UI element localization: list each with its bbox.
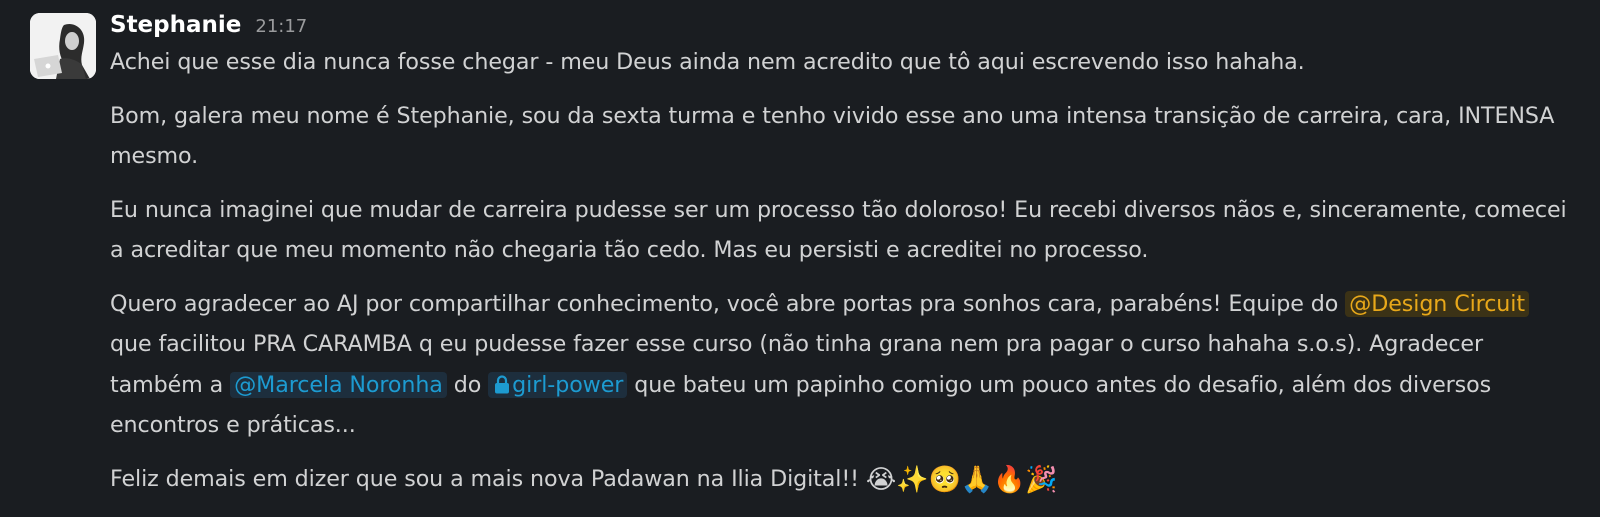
message-header: Stephanie 21:17 — [110, 12, 1570, 44]
emoji-loudly-crying[interactable]: 😭 — [866, 465, 896, 495]
emoji-pleading-face[interactable]: 🥺 — [928, 465, 960, 495]
emoji-sparkles[interactable]: ✨ — [896, 465, 928, 495]
sender-name[interactable]: Stephanie — [110, 12, 241, 38]
channel-link-girl-power[interactable]: girl-power — [488, 371, 628, 398]
lock-icon — [495, 374, 510, 393]
chat-message: Stephanie 21:17 Achei que esse dia nunca… — [0, 0, 1600, 512]
paragraph-4-text-a: Quero agradecer ao AJ por compartilhar c… — [110, 290, 1346, 317]
paragraph-4-text-c: do — [446, 371, 489, 398]
paragraph-5-text: Feliz demais em dizer que sou a mais nov… — [110, 465, 866, 492]
message-paragraph-5: Feliz demais em dizer que sou a mais nov… — [110, 459, 1570, 500]
avatar[interactable] — [30, 13, 96, 79]
message-paragraph-3: Eu nunca imaginei que mudar de carreira … — [110, 196, 1567, 264]
message-paragraph-2: Bom, galera meu nome é Stephanie, sou da… — [110, 102, 1555, 170]
message-content: Stephanie 21:17 Achei que esse dia nunca… — [110, 12, 1570, 512]
emoji-party-popper[interactable]: 🎉 — [1025, 465, 1057, 495]
timestamp[interactable]: 21:17 — [255, 16, 307, 37]
emoji-folded-hands[interactable]: 🙏 — [961, 465, 993, 495]
message-paragraph-1: Achei que esse dia nunca fosse chegar - … — [110, 49, 1305, 75]
channel-name: girl-power — [512, 371, 624, 398]
emoji-fire[interactable]: 🔥 — [993, 465, 1025, 495]
user-mention-marcela-noronha[interactable]: @Marcela Noronha — [230, 371, 447, 398]
avatar-photo — [30, 13, 96, 79]
group-mention-design-circuit[interactable]: @Design Circuit — [1345, 290, 1529, 317]
message-paragraph-4: Quero agradecer ao AJ por compartilhar c… — [110, 284, 1570, 446]
